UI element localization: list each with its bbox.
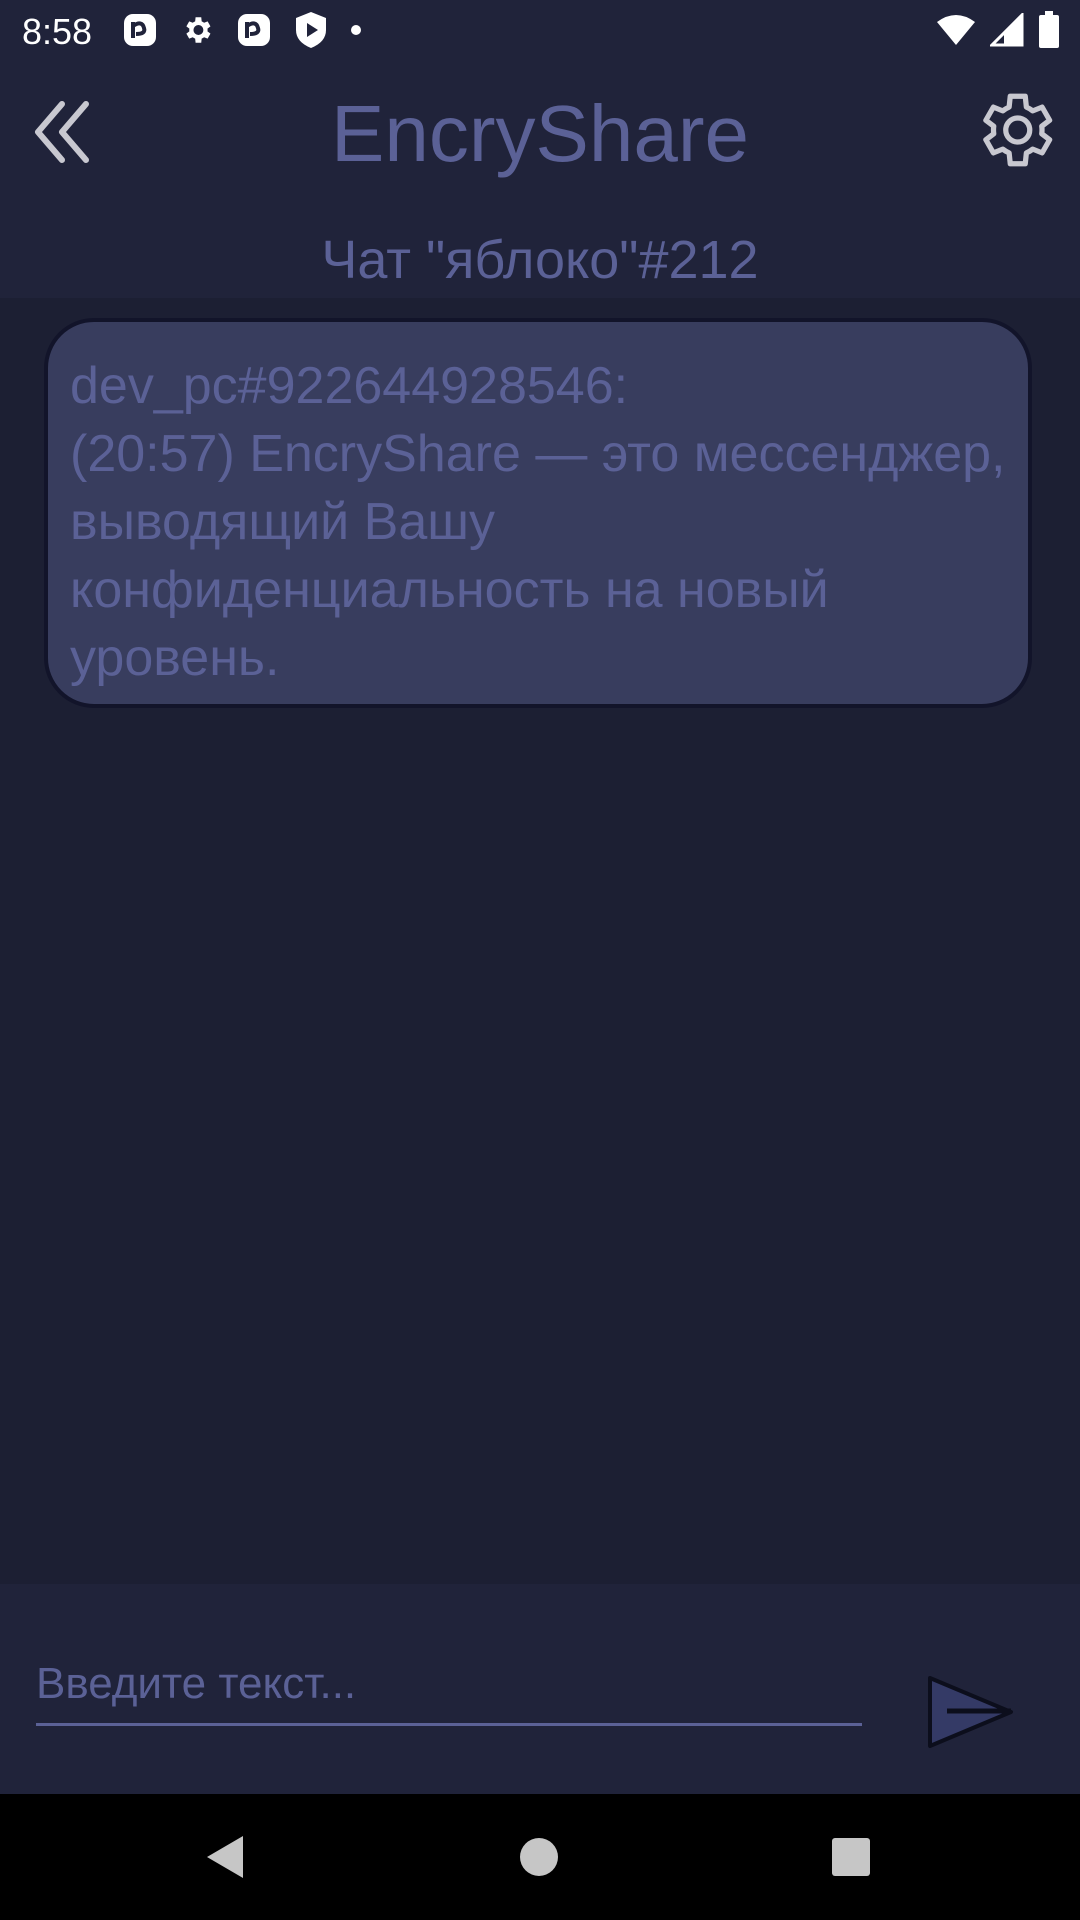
- wifi-icon: [936, 14, 976, 51]
- cell-signal-icon: [988, 10, 1024, 52]
- shield-play-icon: [294, 11, 328, 54]
- message-text: dev_pc#922644928546: (20:57) EncryShare …: [70, 357, 1006, 687]
- message-list[interactable]: dev_pc#922644928546: (20:57) EncryShare …: [0, 298, 1080, 1584]
- navigation-bar: [0, 1794, 1080, 1920]
- square-recents-icon: [832, 1838, 870, 1876]
- app-title: EncryShare: [331, 89, 749, 178]
- composer: [0, 1584, 1080, 1794]
- triangle-back-icon: [207, 1836, 243, 1878]
- app-notification-icon: [122, 12, 158, 53]
- nav-recents-button[interactable]: [818, 1824, 884, 1890]
- status-notification-icons: [122, 11, 362, 54]
- message-input[interactable]: [36, 1644, 862, 1726]
- double-chevron-left-icon: [35, 101, 89, 163]
- status-time: 8:58: [22, 11, 93, 52]
- nav-home-button[interactable]: [506, 1824, 572, 1890]
- send-button[interactable]: [924, 1672, 1020, 1752]
- dot-icon: [350, 23, 362, 41]
- chat-name: Чат "яблоко"#212: [321, 230, 759, 290]
- gear-icon: [983, 93, 1053, 167]
- gear-icon: [180, 13, 214, 52]
- app-notification-icon: [236, 12, 272, 53]
- message-bubble[interactable]: dev_pc#922644928546: (20:57) EncryShare …: [44, 318, 1032, 708]
- status-system-icons: [936, 10, 1060, 54]
- app-header: EncryShare Чат "яблоко"#212: [0, 64, 1080, 298]
- back-button[interactable]: [20, 90, 104, 174]
- settings-button[interactable]: [966, 82, 1062, 178]
- circle-home-icon: [520, 1838, 558, 1876]
- send-arrow-icon: [928, 1676, 1013, 1748]
- nav-back-button[interactable]: [192, 1824, 258, 1890]
- status-bar: 8:58: [0, 0, 1080, 64]
- battery-icon: [1038, 10, 1060, 54]
